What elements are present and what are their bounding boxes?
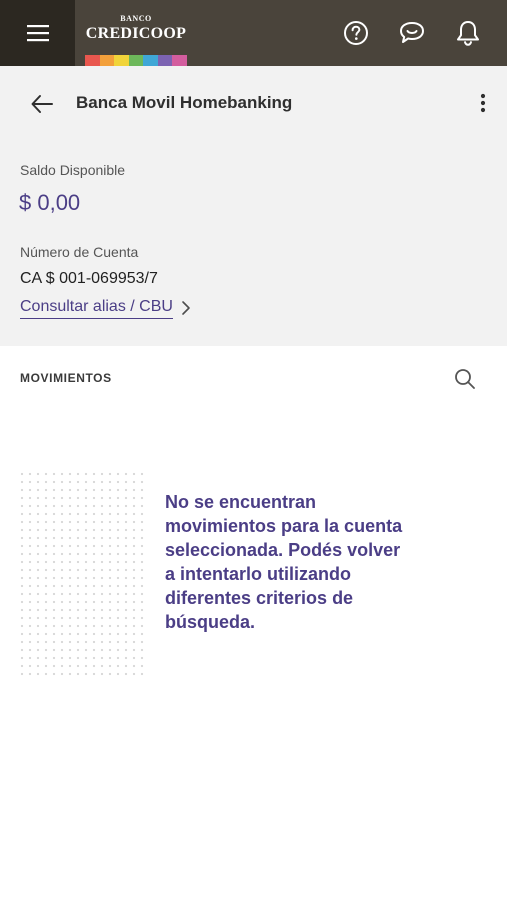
- chat-button[interactable]: [396, 17, 428, 49]
- arrow-left-icon: [31, 95, 53, 113]
- brand-prefix: BANCO: [120, 14, 152, 23]
- brand-logo: BANCO CREDICOOP: [85, 14, 188, 66]
- account-summary: Banca Movil Homebanking Saldo Disponible…: [0, 66, 507, 346]
- page-title: Banca Movil Homebanking: [76, 93, 293, 112]
- alias-cbu-link[interactable]: Consultar alias / CBU: [20, 295, 191, 321]
- more-options-button[interactable]: [470, 90, 496, 116]
- search-icon: [455, 369, 475, 389]
- menu-button[interactable]: [0, 0, 75, 66]
- empty-movements-message: No se encuentran movimientos para la cue…: [165, 492, 403, 632]
- brand-stripe: [143, 55, 158, 66]
- account-number-value: CA $ 001-069953/7: [20, 270, 158, 287]
- brand-stripe: [99, 55, 115, 66]
- balance-label: Saldo Disponible: [20, 162, 126, 178]
- brand-stripe: [172, 55, 188, 66]
- brand-stripe: [85, 55, 100, 66]
- brand-stripe: [114, 55, 129, 66]
- menu-icon: [26, 25, 49, 42]
- back-button[interactable]: [26, 90, 58, 118]
- brand-stripe: [157, 55, 173, 66]
- brand-color-stripes: [85, 55, 188, 66]
- help-button[interactable]: [340, 17, 372, 49]
- chat-icon: [400, 22, 424, 43]
- brand-stripe: [128, 55, 144, 66]
- alias-cbu-link-label: Consultar alias / CBU: [20, 298, 173, 319]
- movements-section-title: MOVIMIENTOS: [20, 371, 112, 385]
- kebab-menu-icon: [480, 93, 486, 113]
- search-movements-button[interactable]: [452, 366, 478, 392]
- bell-icon: [457, 21, 479, 46]
- account-number-label: Número de Cuenta: [20, 244, 139, 260]
- balance-value: $ 0,00: [19, 190, 81, 215]
- notifications-button[interactable]: [452, 17, 484, 49]
- chevron-right-icon: [181, 300, 191, 316]
- dot-pattern-decoration: [20, 472, 144, 676]
- brand-name: CREDICOOP: [85, 25, 187, 42]
- top-app-bar: BANCO CREDICOOP: [0, 0, 507, 66]
- help-icon: [344, 21, 368, 45]
